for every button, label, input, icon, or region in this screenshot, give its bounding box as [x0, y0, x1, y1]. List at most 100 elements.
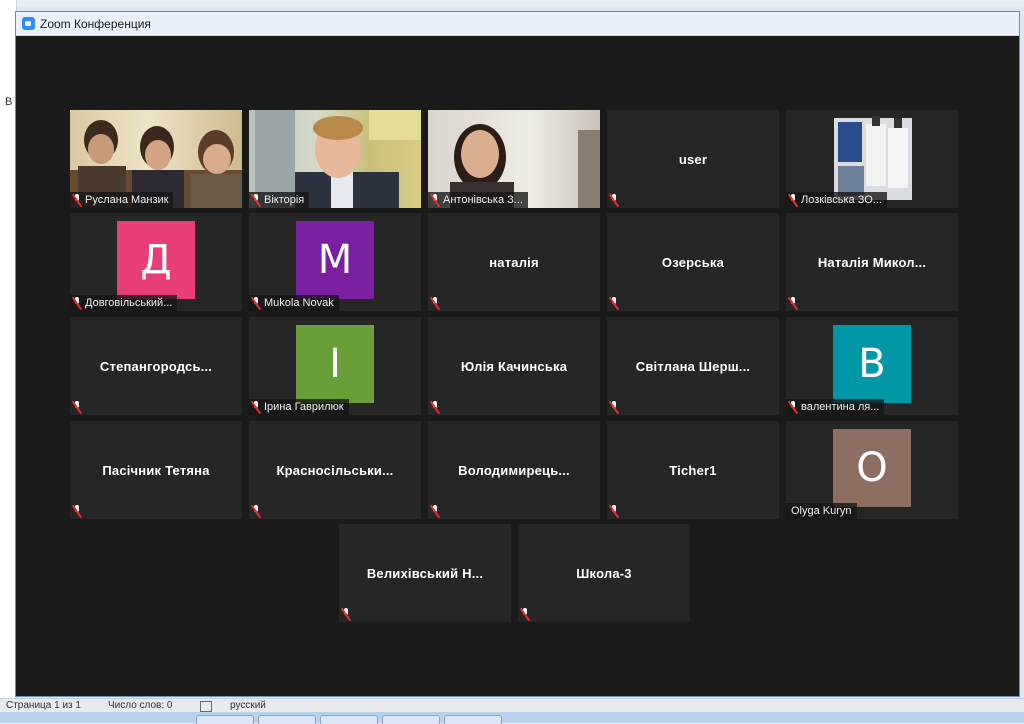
participant-tile[interactable]: Світлана Шерш...	[607, 317, 779, 415]
participant-name-label: валентина ля...	[801, 401, 880, 413]
muted-mic-icon	[251, 401, 261, 413]
video-content-shape	[145, 140, 171, 170]
participant-label	[70, 399, 87, 415]
proofing-icon[interactable]	[200, 701, 212, 712]
participant-tile[interactable]: Пасічник Тетяна	[70, 421, 242, 519]
participant-name-label: Лозківська ЗО...	[801, 194, 882, 206]
participant-name-label: Вікторія	[264, 194, 305, 206]
participant-tile[interactable]: Школа-3	[518, 524, 690, 622]
status-word-count[interactable]: Число слов: 0	[108, 700, 172, 711]
participant-label	[70, 503, 87, 519]
participant-label	[339, 606, 356, 622]
status-language[interactable]: русский	[230, 700, 266, 711]
video-content-shape	[838, 122, 862, 162]
status-page-count[interactable]: Страница 1 из 1	[6, 700, 81, 711]
participant-tile[interactable]: Велихівський Н...	[339, 524, 511, 622]
muted-mic-icon	[520, 608, 530, 620]
muted-mic-icon	[430, 194, 440, 206]
participant-name-center: Володимирець...	[458, 463, 570, 478]
muted-mic-icon	[72, 194, 82, 206]
muted-mic-icon	[72, 505, 82, 517]
participant-tile[interactable]: Степангородсь...	[70, 317, 242, 415]
video-content-shape	[203, 144, 231, 174]
video-content-shape	[888, 128, 908, 188]
muted-mic-icon	[430, 401, 440, 413]
participant-label	[607, 503, 624, 519]
participant-name-center: Наталія Микол...	[817, 255, 927, 270]
participant-name-center: Пасічник Тетяна	[102, 463, 210, 478]
participant-tile[interactable]: І Ірина Гаврилюк	[249, 317, 421, 415]
participant-label: Лозківська ЗО...	[786, 192, 887, 208]
participant-avatar: M	[296, 221, 374, 299]
muted-mic-icon	[341, 608, 351, 620]
participant-name-center: наталія	[489, 255, 539, 270]
muted-mic-icon	[788, 194, 798, 206]
muted-mic-icon	[609, 297, 619, 309]
muted-mic-icon	[430, 505, 440, 517]
participant-tile[interactable]: Володимирець...	[428, 421, 600, 519]
muted-mic-icon	[788, 297, 798, 309]
participant-label: Ірина Гаврилюк	[249, 399, 349, 415]
participant-label: Mukola Novak	[249, 295, 339, 311]
video-content-shape	[313, 116, 363, 140]
muted-mic-icon	[72, 401, 82, 413]
window-title: Zoom Конференция	[40, 17, 151, 31]
participant-name-label: Mukola Novak	[264, 297, 334, 309]
participant-tile[interactable]: Руслана Манзик	[70, 110, 242, 208]
muted-mic-icon	[251, 297, 261, 309]
participant-name-center: Світлана Шерш...	[635, 359, 751, 374]
participant-label: Вікторія	[249, 192, 310, 208]
participant-tile[interactable]: Антонівська З...	[428, 110, 600, 208]
participant-label: Антонівська З...	[428, 192, 528, 208]
participant-tile[interactable]: Д Довговільський...	[70, 213, 242, 311]
participant-label: Olyga Kuryn	[786, 503, 857, 519]
participant-name-label: Руслана Манзик	[85, 194, 169, 206]
participant-tile[interactable]: M Mukola Novak	[249, 213, 421, 311]
participant-label	[607, 192, 624, 208]
participant-label: Руслана Манзик	[70, 192, 174, 208]
word-status-bar: Страница 1 из 1 Число слов: 0 русский	[0, 698, 1024, 713]
participant-tile[interactable]: Вікторія	[249, 110, 421, 208]
video-content-shape	[369, 110, 421, 140]
participant-label	[428, 503, 445, 519]
participant-tile[interactable]: Наталія Микол...	[786, 213, 958, 311]
participant-tile[interactable]: O Olyga Kuryn	[786, 421, 958, 519]
participant-name-label: Антонівська З...	[443, 194, 523, 206]
windows-taskbar	[0, 712, 1024, 724]
video-content-shape	[88, 134, 114, 164]
participant-name-center: Велихівський Н...	[366, 566, 484, 581]
participant-name-label: Ірина Гаврилюк	[264, 401, 344, 413]
participant-label	[607, 295, 624, 311]
window-titlebar[interactable]: Zoom Конференция	[16, 12, 1019, 36]
participant-name-center: Ticher1	[669, 463, 717, 478]
participant-name-center: Озерська	[661, 255, 725, 270]
participant-tile[interactable]: Юлія Качинська	[428, 317, 600, 415]
participant-name-label: Olyga Kuryn	[791, 505, 852, 517]
participant-avatar: O	[833, 429, 911, 507]
video-content-shape	[190, 174, 242, 208]
participant-tile[interactable]: наталія	[428, 213, 600, 311]
participant-name-center: Степангородсь...	[99, 359, 213, 374]
participant-avatar: Д	[117, 221, 195, 299]
participant-label	[428, 295, 445, 311]
participant-tile[interactable]: user	[607, 110, 779, 208]
participant-label	[428, 399, 445, 415]
participant-tile[interactable]: Ввалентина ля...	[786, 317, 958, 415]
background-top-strip	[0, 0, 1024, 6]
participant-label	[607, 399, 624, 415]
participant-tile[interactable]: Лозківська ЗО...	[786, 110, 958, 208]
participant-tile[interactable]: Ticher1	[607, 421, 779, 519]
participant-label: валентина ля...	[786, 399, 885, 415]
background-text-fragment: В	[5, 96, 13, 108]
participant-name-label: Довговільський...	[85, 297, 173, 309]
participant-name-center: user	[678, 152, 708, 167]
participant-tile[interactable]: Красносільськи...	[249, 421, 421, 519]
muted-mic-icon	[609, 401, 619, 413]
muted-mic-icon	[609, 194, 619, 206]
participant-label: Довговільський...	[70, 295, 178, 311]
zoom-window: Zoom Конференция Руслана Манзик Вікторія А…	[15, 11, 1020, 697]
participant-tile[interactable]: Озерська	[607, 213, 779, 311]
muted-mic-icon	[788, 401, 798, 413]
muted-mic-icon	[251, 194, 261, 206]
participant-avatar: В	[833, 325, 911, 403]
